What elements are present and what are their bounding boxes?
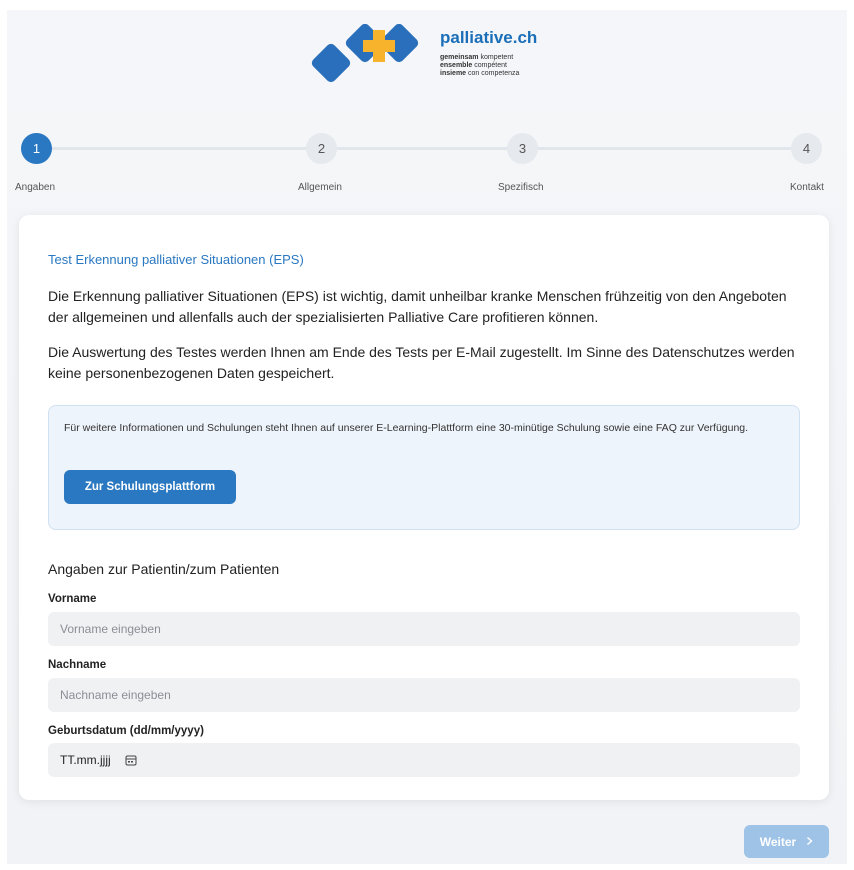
nachname-label: Nachname — [48, 659, 107, 671]
step-4-circle: 4 — [791, 133, 822, 164]
next-button-label: Weiter — [759, 834, 797, 849]
geburtsdatum-input[interactable]: TT.mm.jjjj — [48, 743, 800, 777]
patient-section-title: Angaben zur Patientin/zum Patienten — [48, 561, 280, 577]
calendar-icon[interactable] — [125, 754, 137, 766]
intro-paragraph: Die Erkennung palliativer Situationen (E… — [48, 288, 787, 325]
info-text: Für weitere Informationen und Schulungen… — [64, 422, 749, 434]
vorname-input[interactable] — [48, 612, 800, 646]
step-3-circle: 3 — [507, 133, 538, 164]
next-button[interactable]: Weiter — [744, 825, 829, 858]
form-card: Test Erkennung palliativer Situationen (… — [19, 215, 829, 800]
stepper-connector — [36, 147, 306, 150]
vorname-label: Vorname — [48, 593, 97, 605]
step-1-label: Angaben — [15, 182, 56, 193]
step-3-label: Spezifisch — [498, 182, 544, 193]
step-2-label: Allgemein — [298, 182, 342, 193]
page-background: palliative.ch gemeinsam kompetent ensemb… — [7, 10, 847, 864]
progress-stepper: 1 2 3 4 Angaben Allgemein Spezifisch Kon… — [7, 130, 847, 193]
stepper-connector — [337, 147, 507, 150]
nachname-input[interactable] — [48, 678, 800, 712]
palliative-logo: palliative.ch gemeinsam kompetent ensemb… — [310, 24, 570, 104]
card-title: Test Erkennung palliativer Situationen (… — [48, 252, 304, 267]
privacy-paragraph: Die Auswertung des Testes werden Ihnen a… — [48, 344, 795, 381]
step-4-label: Kontakt — [790, 182, 824, 193]
date-value: TT.mm.jjjj — [60, 753, 111, 767]
info-box: Für weitere Informationen und Schulungen… — [48, 405, 800, 530]
stepper-connector — [538, 147, 791, 150]
training-platform-button[interactable]: Zur Schulungsplattform — [64, 470, 236, 504]
step-1-circle: 1 — [21, 133, 52, 164]
step-2-circle: 2 — [306, 133, 337, 164]
chevron-right-icon — [806, 835, 813, 849]
geburtsdatum-label: Geburtsdatum (dd/mm/yyyy) — [48, 725, 204, 737]
logo-mark — [311, 24, 419, 83]
brand-tagline: gemeinsam kompetent ensemble compétent i… — [440, 54, 520, 77]
brand-name: palliative.ch — [440, 28, 538, 47]
